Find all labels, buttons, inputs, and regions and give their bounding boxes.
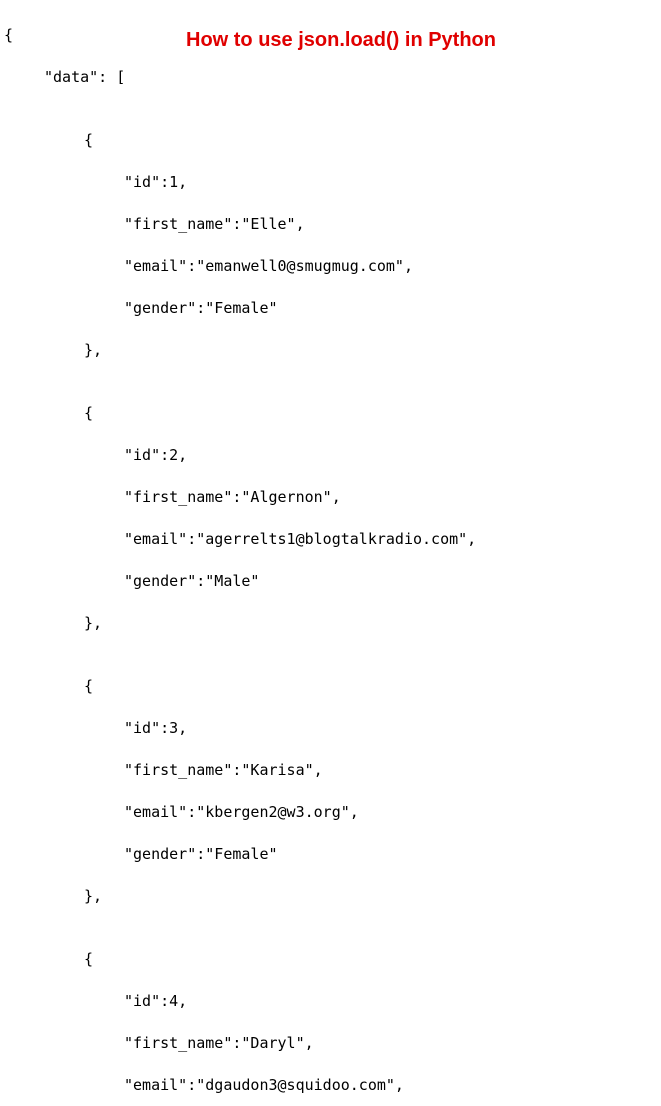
- record-open: {: [84, 403, 657, 424]
- record-line: "id":3,: [124, 718, 657, 739]
- record-line: "email":"kbergen2@w3.org",: [124, 802, 657, 823]
- record-close: },: [84, 340, 657, 361]
- record-line: "gender":"Female": [124, 298, 657, 319]
- data-key: "data": [: [44, 67, 657, 88]
- record-close: },: [84, 613, 657, 634]
- record-open: {: [84, 949, 657, 970]
- record-line: "id":2,: [124, 445, 657, 466]
- record-open: {: [84, 676, 657, 697]
- record-line: "id":4,: [124, 991, 657, 1012]
- record-line: "first_name":"Elle",: [124, 214, 657, 235]
- record-line: "gender":"Male": [124, 571, 657, 592]
- title-overlay: How to use json.load() in Python: [186, 26, 496, 54]
- record-close: },: [84, 886, 657, 907]
- record-line: "first_name":"Daryl",: [124, 1033, 657, 1054]
- record-line: "email":"dgaudon3@squidoo.com",: [124, 1075, 657, 1096]
- record-line: "email":"emanwell0@smugmug.com",: [124, 256, 657, 277]
- record-line: "gender":"Female": [124, 844, 657, 865]
- record-line: "first_name":"Algernon",: [124, 487, 657, 508]
- record-line: "id":1,: [124, 172, 657, 193]
- record-open: {: [84, 130, 657, 151]
- record-line: "first_name":"Karisa",: [124, 760, 657, 781]
- json-code-block: { "data": [ { "id":1, "first_name":"Elle…: [4, 4, 657, 1106]
- record-line: "email":"agerrelts1@blogtalkradio.com",: [124, 529, 657, 550]
